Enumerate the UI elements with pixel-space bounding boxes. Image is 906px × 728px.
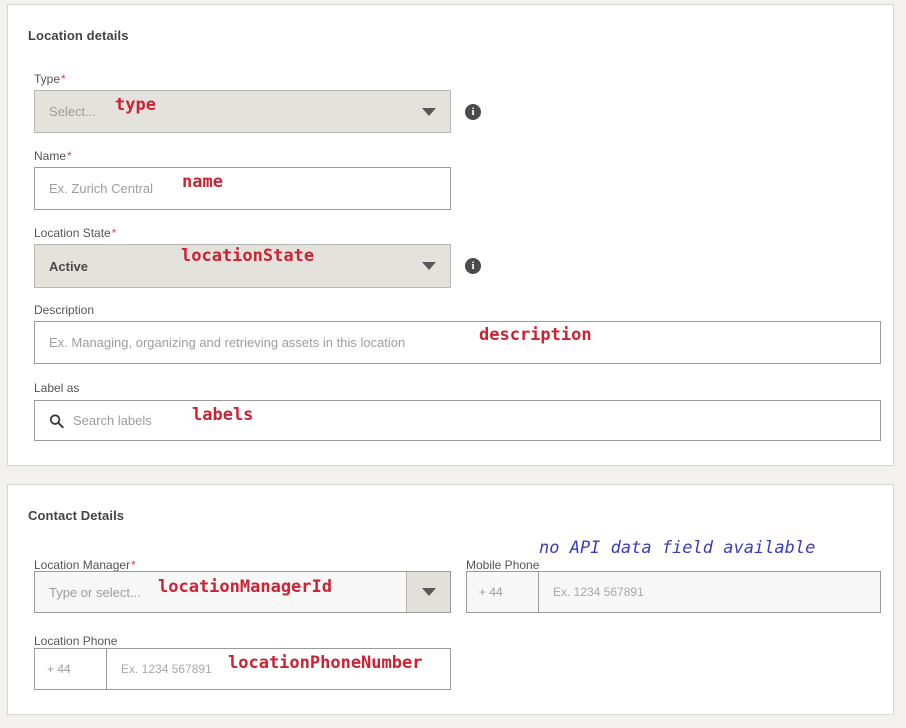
location-details-panel: Location details Type* Select... i Name*… bbox=[7, 4, 894, 466]
type-label: Type* bbox=[34, 72, 66, 86]
location-details-title: Location details bbox=[28, 28, 129, 43]
label-as-label: Label as bbox=[34, 381, 80, 395]
required-asterisk: * bbox=[111, 226, 117, 240]
type-placeholder: Select... bbox=[49, 104, 96, 119]
location-phone-country-prefix[interactable]: + 44 bbox=[35, 649, 107, 689]
mobile-phone-country-prefix[interactable]: + 44 bbox=[467, 572, 539, 612]
name-input[interactable]: Ex. Zurich Central bbox=[34, 167, 451, 210]
annotation-name: name bbox=[182, 172, 223, 192]
annotation-location-phone-number: locationPhoneNumber bbox=[228, 653, 423, 673]
location-state-label: Location State* bbox=[34, 226, 117, 240]
chevron-down-icon bbox=[422, 262, 436, 270]
name-placeholder: Ex. Zurich Central bbox=[49, 181, 154, 196]
required-asterisk: * bbox=[67, 149, 72, 163]
description-placeholder: Ex. Managing, organizing and retrieving … bbox=[49, 335, 406, 350]
mobile-phone-placeholder: Ex. 1234 567891 bbox=[553, 585, 644, 599]
mobile-phone-group[interactable]: + 44 Ex. 1234 567891 bbox=[466, 571, 881, 613]
annotation-type: type bbox=[115, 95, 156, 115]
required-asterisk: * bbox=[131, 558, 136, 572]
annotation-labels: labels bbox=[192, 405, 254, 425]
annotation-location-state: locationState bbox=[181, 246, 315, 266]
location-state-value: Active bbox=[49, 258, 89, 274]
description-input[interactable]: Ex. Managing, organizing and retrieving … bbox=[34, 321, 881, 364]
location-phone-label: Location Phone bbox=[34, 634, 118, 648]
search-icon bbox=[49, 413, 64, 428]
chevron-down-icon bbox=[422, 107, 436, 116]
info-icon[interactable]: i bbox=[465, 258, 481, 274]
annotation-mobile-phone-note: no API data field available bbox=[539, 538, 816, 558]
annotation-location-manager-id: locationManagerId bbox=[158, 577, 332, 597]
location-manager-placeholder: Type or select... bbox=[49, 584, 141, 600]
location-manager-label: Location Manager* bbox=[34, 558, 136, 572]
info-icon[interactable]: i bbox=[465, 104, 481, 120]
type-select[interactable]: Select... bbox=[34, 90, 451, 133]
label-search-input[interactable]: Search labels bbox=[34, 400, 881, 441]
contact-details-panel: Contact Details Location Manager* Type o… bbox=[7, 484, 894, 715]
name-label: Name* bbox=[34, 149, 72, 163]
contact-details-title: Contact Details bbox=[28, 508, 125, 523]
mobile-phone-label: Mobile Phone bbox=[466, 558, 540, 572]
required-asterisk: * bbox=[61, 72, 66, 86]
form-page: Location details Type* Select... i Name*… bbox=[0, 0, 906, 728]
chevron-down-icon[interactable] bbox=[406, 572, 450, 612]
annotation-description: description bbox=[479, 325, 592, 345]
description-label: Description bbox=[34, 303, 95, 317]
